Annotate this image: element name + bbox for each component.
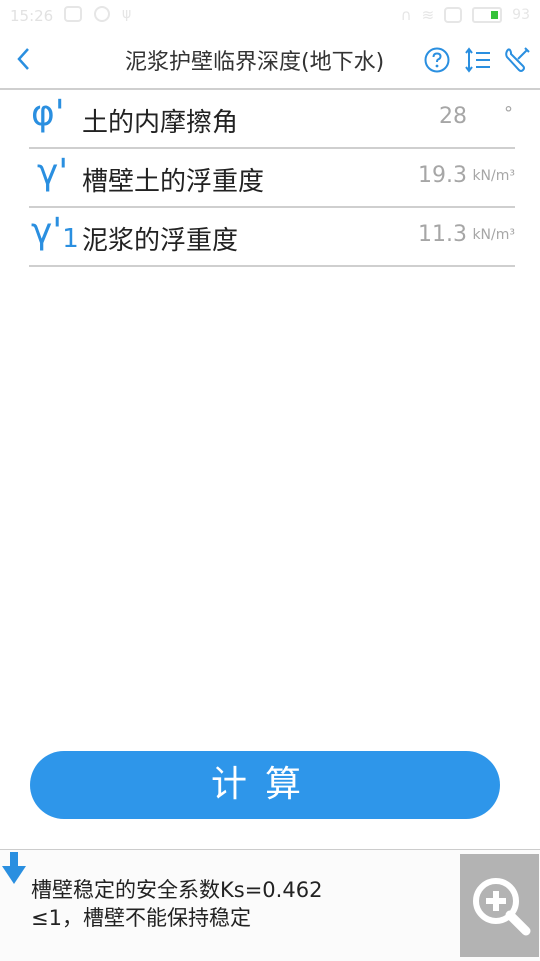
chevron-left-icon (17, 48, 29, 70)
usb-icon: ψ (122, 6, 132, 22)
zoom-button[interactable] (460, 854, 539, 957)
value-field[interactable]: 28 (439, 104, 467, 129)
headset-icon: ∩ (400, 6, 412, 24)
input-row-friction-angle[interactable]: φ' 土的内摩擦角 28 ° (29, 89, 515, 149)
wifi-icon: ≋ (421, 6, 435, 24)
settings-tools-icon[interactable] (503, 46, 531, 74)
input-row-slurry-buoyant-weight[interactable]: γ'1 泥浆的浮重度 11.3 kN/m³ (29, 207, 515, 267)
row-label: 槽壁土的浮重度 (82, 167, 265, 197)
system-icons: ∩ ≋ 93 (401, 6, 530, 24)
unit-label: kN/m³ (472, 227, 515, 243)
sort-list-icon[interactable] (464, 46, 492, 74)
mail-icon (64, 6, 82, 22)
notification-icons: ψ (64, 6, 131, 22)
symbol-gamma1: γ'1 (31, 211, 79, 255)
app-header: 泥浆护壁临界深度(地下水) (0, 32, 540, 90)
sim-icon (444, 7, 463, 23)
unit-label: kN/m³ (472, 168, 515, 184)
battery-level: 93 (512, 7, 530, 23)
page-title: 泥浆护壁临界深度(地下水) (125, 50, 385, 75)
unit-label: ° (504, 103, 513, 124)
back-button[interactable] (10, 44, 40, 74)
result-text: 槽壁稳定的安全系数Ks=0.462 ≤1，槽壁不能保持稳定 (31, 876, 451, 932)
clock-icon (94, 6, 110, 22)
result-line-1: 槽壁稳定的安全系数Ks=0.462 (31, 878, 323, 902)
row-label: 泥浆的浮重度 (82, 226, 239, 256)
row-label: 土的内摩擦角 (82, 108, 239, 138)
symbol-phi: φ' (31, 93, 65, 134)
value-field[interactable]: 19.3 (418, 163, 467, 188)
calculate-button[interactable]: 计算 (30, 751, 500, 819)
help-circle-icon[interactable] (423, 46, 451, 74)
arrow-down-icon[interactable] (0, 852, 28, 886)
status-bar: 15:26 ψ ∩ ≋ 93 (0, 0, 540, 32)
value-field[interactable]: 11.3 (418, 222, 467, 247)
battery-icon (472, 7, 503, 23)
result-line-2: ≤1，槽壁不能保持稳定 (31, 906, 251, 930)
result-panel: 槽壁稳定的安全系数Ks=0.462 ≤1，槽壁不能保持稳定 (0, 849, 540, 961)
status-time: 15:26 (10, 7, 54, 25)
input-row-soil-buoyant-weight[interactable]: γ' 槽壁土的浮重度 19.3 kN/m³ (29, 148, 515, 208)
zoom-in-icon (473, 878, 531, 936)
symbol-gamma: γ' (37, 152, 69, 193)
